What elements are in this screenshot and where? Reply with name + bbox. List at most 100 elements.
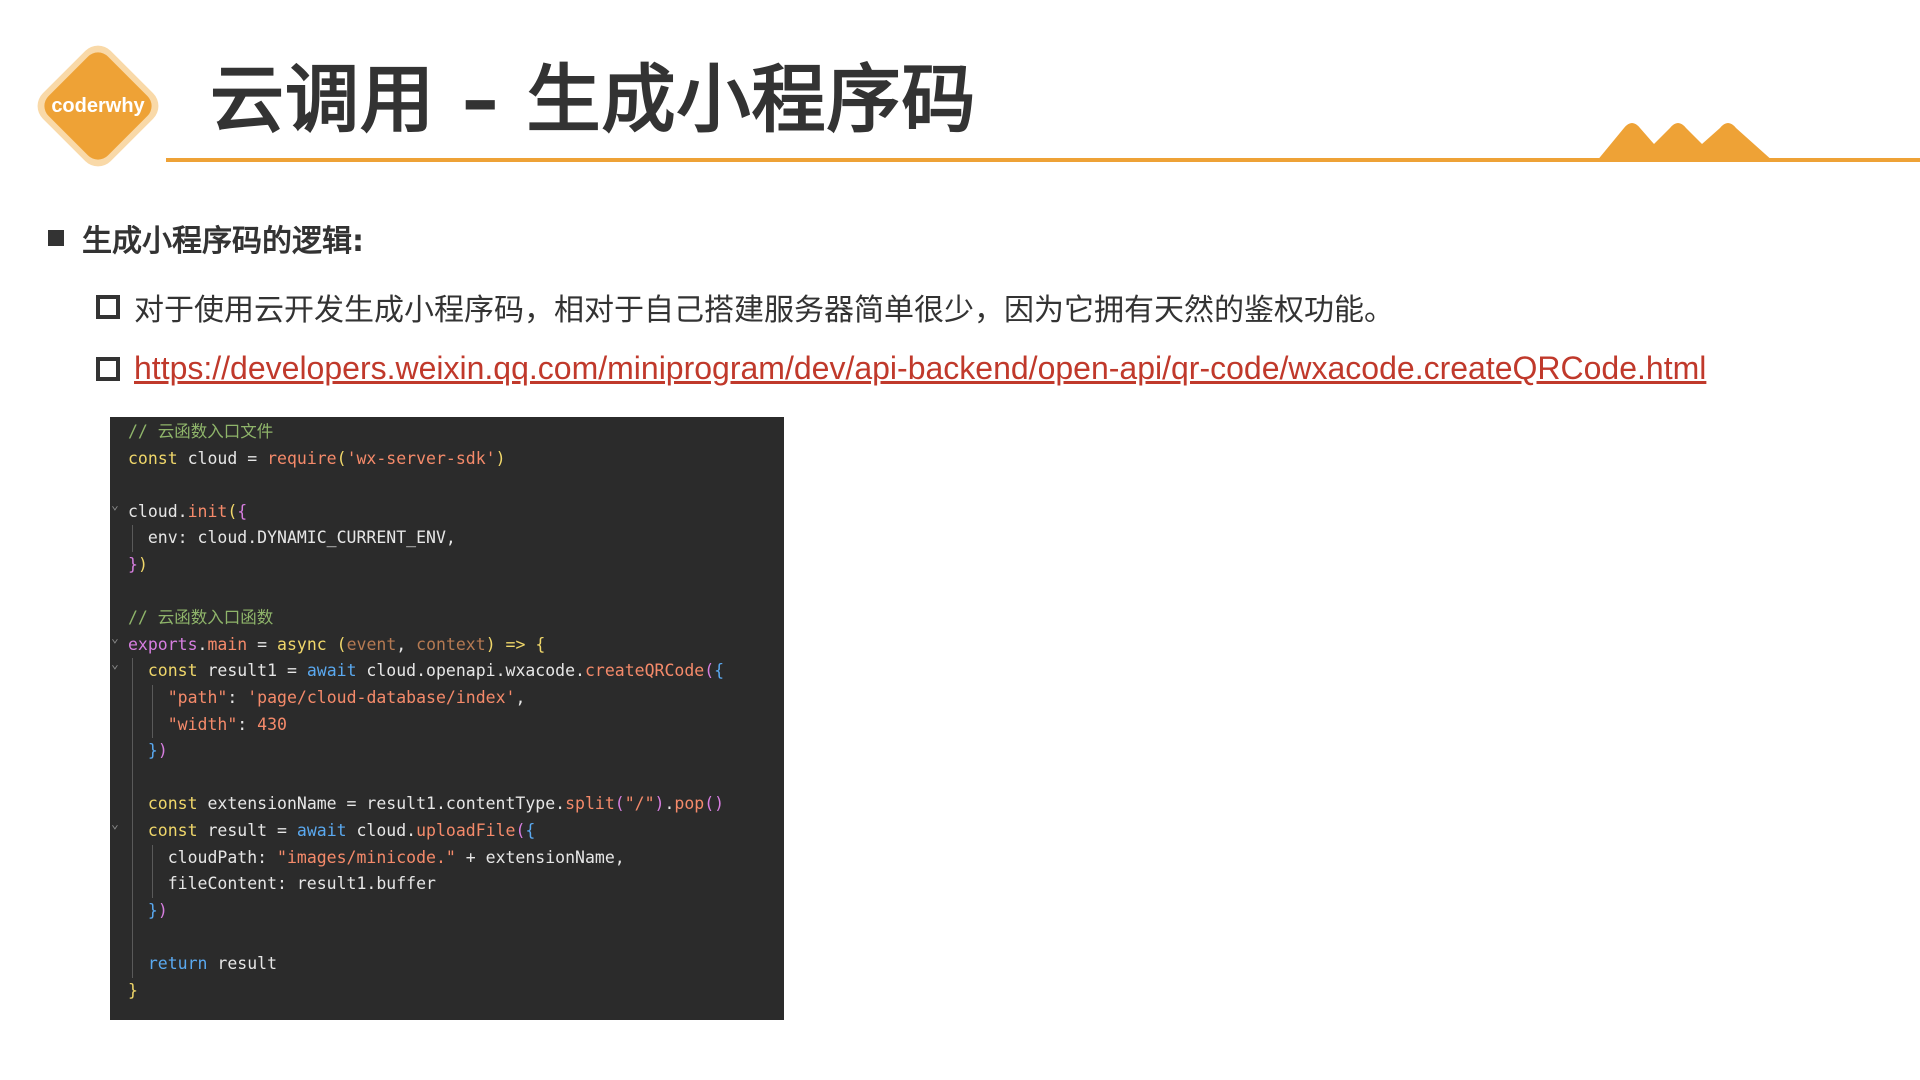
code-line: // 云函数入口函数	[128, 605, 273, 631]
code-line: })	[128, 898, 168, 924]
code-token: // 云函数入口文件	[128, 422, 274, 441]
code-token: ,	[396, 634, 417, 654]
code-token: event	[346, 634, 397, 654]
code-token: .	[197, 634, 208, 654]
code-token: createQRCode	[584, 661, 705, 681]
list-item-text: 对于使用云开发生成小程序码，相对于自己搭建服务器简单很少，因为它拥有天然的鉴权功…	[134, 293, 1394, 328]
code-token: require	[267, 448, 337, 468]
code-token: result =	[197, 821, 297, 840]
code-line: fileContent: result1.buffer	[128, 871, 436, 897]
code-line: // 云函数入口文件	[128, 419, 273, 445]
code-token: await	[296, 821, 347, 840]
code-token: )	[495, 448, 506, 468]
code-line: const extensionName = result1.contentTyp…	[128, 791, 724, 817]
fold-chevron-icon[interactable]: ⌄	[111, 654, 123, 680]
fold-chevron-icon[interactable]: ⌄	[111, 628, 123, 654]
code-token: cloudPath:	[128, 847, 278, 867]
logo-text: coderwhy	[51, 94, 145, 117]
code-line: cloudPath: "images/minicode." + extensio…	[128, 845, 625, 871]
code-token: ()	[704, 794, 725, 814]
code-token: const	[147, 821, 198, 840]
code-token: async	[277, 634, 327, 654]
code-token: const	[147, 661, 198, 681]
section-heading-label: 生成小程序码的逻辑:	[82, 224, 364, 259]
code-token: =>	[495, 634, 536, 654]
box-bullet-icon	[96, 295, 120, 319]
code-line: return result	[128, 951, 277, 977]
code-token: )	[137, 555, 148, 574]
code-token: return	[147, 954, 208, 973]
code-token: split	[565, 794, 615, 814]
code-token: pop	[674, 794, 705, 814]
code-token: cloud.openapi.wxacode.	[356, 661, 585, 681]
code-line: "path": 'page/cloud-database/index',	[128, 685, 526, 711]
code-token: 430	[257, 714, 287, 734]
code-line: const result1 = await cloud.openapi.wxac…	[128, 658, 724, 684]
code-screenshot: // 云函数入口文件 const cloud = require('wx-serv…	[110, 417, 784, 1020]
code-token: env: cloud.DYNAMIC_CURRENT_ENV,	[128, 528, 456, 548]
indent-guide	[132, 525, 133, 552]
code-token: "width"	[167, 714, 238, 734]
list-item: 对于使用云开发生成小程序码，相对于自己搭建服务器简单很少，因为它拥有天然的鉴权功…	[96, 285, 1394, 329]
code-token: }	[147, 900, 158, 920]
code-token: cloud =	[177, 448, 268, 468]
code-token: init	[187, 501, 228, 521]
code-token: }	[147, 741, 158, 761]
code-token: "path"	[167, 688, 228, 707]
code-line: exports.main = async (event, context) =>…	[128, 632, 545, 658]
list-item: https://developers.weixin.qq.com/minipro…	[96, 350, 1706, 387]
coderwhy-logo: coderwhy	[30, 38, 166, 174]
fold-chevron-icon[interactable]: ⌄	[111, 495, 123, 521]
code-line: cloud.init({	[128, 499, 247, 525]
code-token: .	[664, 794, 675, 814]
section-heading: 生成小程序码的逻辑:	[48, 216, 364, 260]
page-title: 云调用 – 生成小程序码	[210, 57, 977, 143]
code-token: 'page/cloud-database/index'	[247, 688, 516, 707]
code-token: "/"	[624, 794, 655, 814]
code-token: )	[654, 794, 665, 814]
code-token: )	[485, 634, 496, 654]
code-token: {	[535, 634, 546, 654]
code-token: cloud.	[346, 821, 417, 840]
code-token: :	[227, 688, 248, 707]
code-token: fileContent: result1.buffer	[128, 874, 436, 894]
fold-chevron-icon[interactable]: ⌄	[111, 814, 123, 840]
code-line: })	[128, 738, 168, 764]
indent-guide	[132, 658, 133, 978]
code-token: (	[515, 821, 526, 840]
indent-guide	[152, 844, 153, 898]
code-token: (	[614, 794, 625, 814]
code-token: uploadFile	[416, 821, 516, 840]
code-token: extensionName = result1.contentType.	[197, 794, 566, 814]
code-token: result1 =	[197, 661, 307, 681]
code-token: (	[336, 634, 347, 654]
code-token: const	[128, 448, 178, 468]
code-token: (	[227, 501, 238, 521]
code-line: const result = await cloud.uploadFile({	[128, 818, 535, 844]
box-bullet-icon	[96, 356, 120, 381]
code-token: }	[128, 980, 138, 1000]
code-token: 'wx-server-sdk'	[346, 448, 496, 468]
code-token: exports	[128, 634, 198, 654]
code-token: (	[704, 661, 715, 681]
code-line: env: cloud.DYNAMIC_CURRENT_ENV,	[128, 525, 456, 551]
code-token: // 云函数入口函数	[128, 608, 274, 628]
code-token: =	[247, 634, 278, 654]
code-line: }	[128, 978, 138, 1004]
mountains-icon	[1596, 123, 1774, 162]
code-token: ,	[515, 688, 526, 707]
code-token: cloud.	[128, 501, 188, 521]
docs-link[interactable]: https://developers.weixin.qq.com/minipro…	[134, 350, 1706, 387]
code-token: main	[207, 634, 248, 654]
code-token: (	[336, 448, 347, 468]
code-token: {	[714, 661, 725, 681]
